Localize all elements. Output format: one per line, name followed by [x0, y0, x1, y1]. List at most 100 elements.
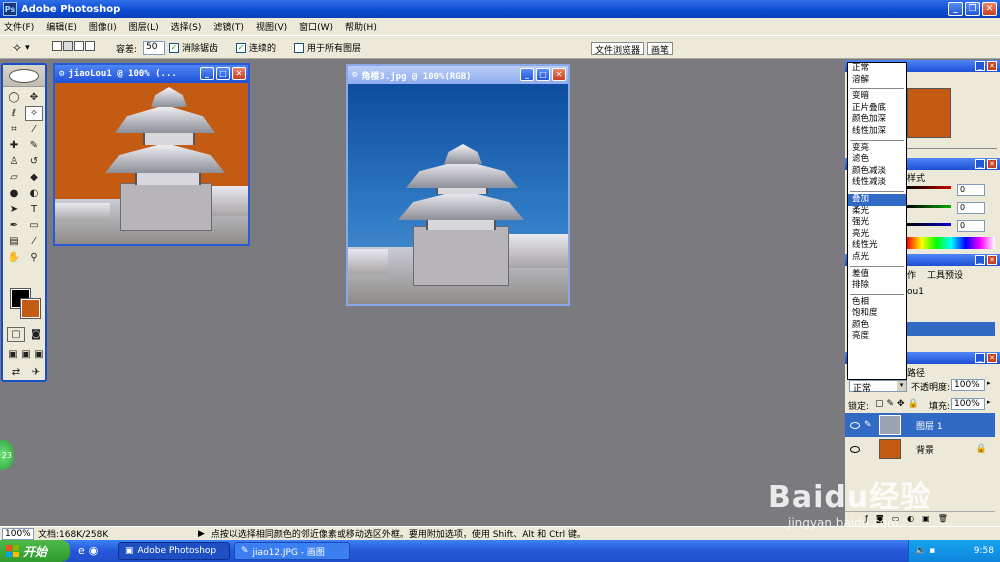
pen-icon[interactable]: ✒ [5, 218, 23, 233]
blend-mode-item[interactable]: 亮度 [848, 331, 906, 343]
menu-image[interactable]: 图像(I) [89, 20, 117, 33]
blend-mode-item[interactable]: 溶解 [848, 75, 906, 87]
navigator-zoom-slider[interactable] [905, 148, 997, 154]
document-titlebar[interactable]: ⚙ jiaoLou1 @ 100% (... _ □ ✕ [55, 65, 248, 83]
tab-tool-presets[interactable]: 工具预设 [927, 268, 963, 281]
blend-mode-item[interactable]: 叠加 [848, 193, 906, 206]
crop-icon[interactable]: ⌗ [5, 122, 23, 137]
imageready-icon[interactable]: ✈ [27, 365, 45, 380]
panel-close-button[interactable]: ✕ [987, 255, 997, 265]
menu-filter[interactable]: 滤镜(T) [213, 20, 244, 33]
slice-icon[interactable]: ⁄ [25, 122, 43, 137]
document-canvas[interactable] [55, 83, 248, 244]
fill-arrow-icon[interactable]: ▸ [987, 398, 995, 410]
tab-styles[interactable]: 样式 [907, 171, 925, 184]
tab-brushes[interactable]: 画笔 [647, 42, 674, 56]
status-arrow-icon[interactable]: ▶ [198, 529, 205, 539]
menu-view[interactable]: 视图(V) [256, 20, 287, 33]
contiguous-checkbox[interactable]: ✓ [236, 42, 246, 53]
blur-icon[interactable]: ● [5, 186, 23, 201]
menu-help[interactable]: 帮助(H) [345, 20, 377, 33]
brush-icon[interactable]: ✎ [25, 138, 43, 153]
panel-close-button[interactable]: ✕ [987, 61, 997, 71]
visibility-eye-icon[interactable] [850, 421, 860, 429]
tab-actions[interactable]: 作 [907, 268, 916, 281]
panel-close-button[interactable]: ✕ [987, 353, 997, 363]
screen-mode-full-icon[interactable]: ▣ [33, 347, 45, 362]
task-paint[interactable]: ✎ jiao12.JPG - 画图 [234, 542, 350, 560]
blend-mode-item[interactable]: 变亮 [848, 143, 906, 155]
clock[interactable]: 9:58 [974, 546, 994, 556]
add-selection-icon[interactable] [63, 41, 73, 51]
blend-mode-item[interactable]: 颜色 [848, 320, 906, 332]
zoom-field[interactable]: 100% [2, 527, 34, 540]
blend-mode-item[interactable]: 亮光 [848, 229, 906, 241]
screen-mode-standard-icon[interactable]: ▣ [7, 347, 19, 362]
lasso-icon[interactable]: ℓ [5, 106, 23, 121]
shape-icon[interactable]: ▭ [25, 218, 43, 233]
document-size[interactable]: 文档:168K/258K [38, 527, 198, 540]
task-photoshop[interactable]: ▣ Adobe Photoshop [118, 542, 230, 560]
blend-mode-item[interactable]: 差值 [848, 269, 906, 281]
opacity-arrow-icon[interactable]: ▸ [987, 379, 995, 391]
intersect-selection-icon[interactable] [85, 41, 95, 51]
antialias-checkbox[interactable]: ✓ [169, 42, 179, 53]
panel-minimize-button[interactable]: _ [975, 159, 985, 169]
blend-mode-item[interactable]: 滤色 [848, 154, 906, 166]
close-button[interactable]: ✕ [982, 2, 997, 16]
doc1-minimize-button[interactable]: _ [200, 67, 214, 80]
blend-mode-item[interactable]: 色相 [848, 297, 906, 309]
blend-mode-item[interactable]: 颜色加深 [848, 114, 906, 126]
tab-paths[interactable]: 路径 [907, 366, 925, 379]
history-selected-state[interactable] [907, 322, 995, 336]
blue-value[interactable]: 0 [957, 220, 985, 232]
blend-mode-item[interactable]: 颜色减淡 [848, 166, 906, 178]
minimize-button[interactable]: _ [948, 2, 963, 16]
media-icon[interactable]: ◉ [89, 544, 99, 557]
doc2-maximize-button[interactable]: □ [536, 68, 550, 81]
doc1-maximize-button[interactable]: □ [216, 67, 230, 80]
all-layers-checkbox[interactable] [294, 42, 304, 53]
new-selection-icon[interactable] [52, 41, 62, 51]
blend-mode-item[interactable]: 正片叠底 [848, 103, 906, 115]
panel-minimize-button[interactable]: _ [975, 61, 985, 71]
green-slider[interactable] [907, 205, 951, 208]
green-value[interactable]: 0 [957, 202, 985, 214]
restore-button[interactable]: ❐ [965, 2, 980, 16]
blend-mode-item[interactable]: 点光 [848, 252, 906, 264]
ie-icon[interactable]: e [78, 544, 85, 557]
menu-window[interactable]: 窗口(W) [299, 20, 333, 33]
blend-mode-item[interactable]: 强光 [848, 217, 906, 229]
path-select-icon[interactable]: ➤ [5, 202, 23, 217]
tab-file-browser[interactable]: 文件浏览器 [591, 42, 645, 56]
blend-mode-item[interactable]: 正常 [848, 63, 906, 75]
layer-row[interactable]: ✎ 图层 1 [845, 413, 995, 437]
tray-icons[interactable]: 🔈 ▪ [915, 546, 935, 556]
marquee-icon[interactable]: ◯ [5, 90, 23, 105]
background-color-swatch[interactable] [20, 298, 41, 319]
blend-mode-item[interactable]: 线性减淡 [848, 177, 906, 189]
layer-link-icon[interactable]: ✎ [864, 420, 878, 430]
notes-icon[interactable]: ▤ [5, 234, 23, 249]
quick-mask-icon[interactable]: ◙ [27, 327, 45, 342]
zoom-icon[interactable]: ⚲ [25, 250, 43, 265]
standard-mode-icon[interactable]: ▢ [7, 327, 25, 342]
jump-to-imageready-icon[interactable]: ⇄ [7, 365, 25, 380]
menu-layer[interactable]: 图层(L) [129, 20, 159, 33]
menu-select[interactable]: 选择(S) [171, 20, 202, 33]
blend-mode-item[interactable]: 线性加深 [848, 126, 906, 138]
doc1-close-button[interactable]: ✕ [232, 67, 246, 80]
clone-stamp-icon[interactable]: ♙ [5, 154, 23, 169]
menu-edit[interactable]: 编辑(E) [46, 20, 77, 33]
blend-mode-item[interactable]: 变暗 [848, 91, 906, 103]
navigator-thumbnail[interactable] [907, 88, 951, 138]
visibility-eye-icon[interactable] [850, 445, 860, 453]
tool-preset-picker[interactable]: ✧ ▾ [12, 41, 30, 55]
panel-close-button[interactable]: ✕ [987, 159, 997, 169]
document-titlebar[interactable]: ⚙ 角楼3.jpg @ 100%(RGB) _ □ ✕ [348, 66, 568, 84]
document-canvas[interactable] [348, 84, 568, 304]
blend-mode-item[interactable]: 线性光 [848, 240, 906, 252]
tolerance-input[interactable]: 50 [143, 41, 166, 55]
photoshop-eye-logo[interactable] [9, 68, 39, 83]
start-button[interactable]: 开始 [0, 540, 70, 562]
